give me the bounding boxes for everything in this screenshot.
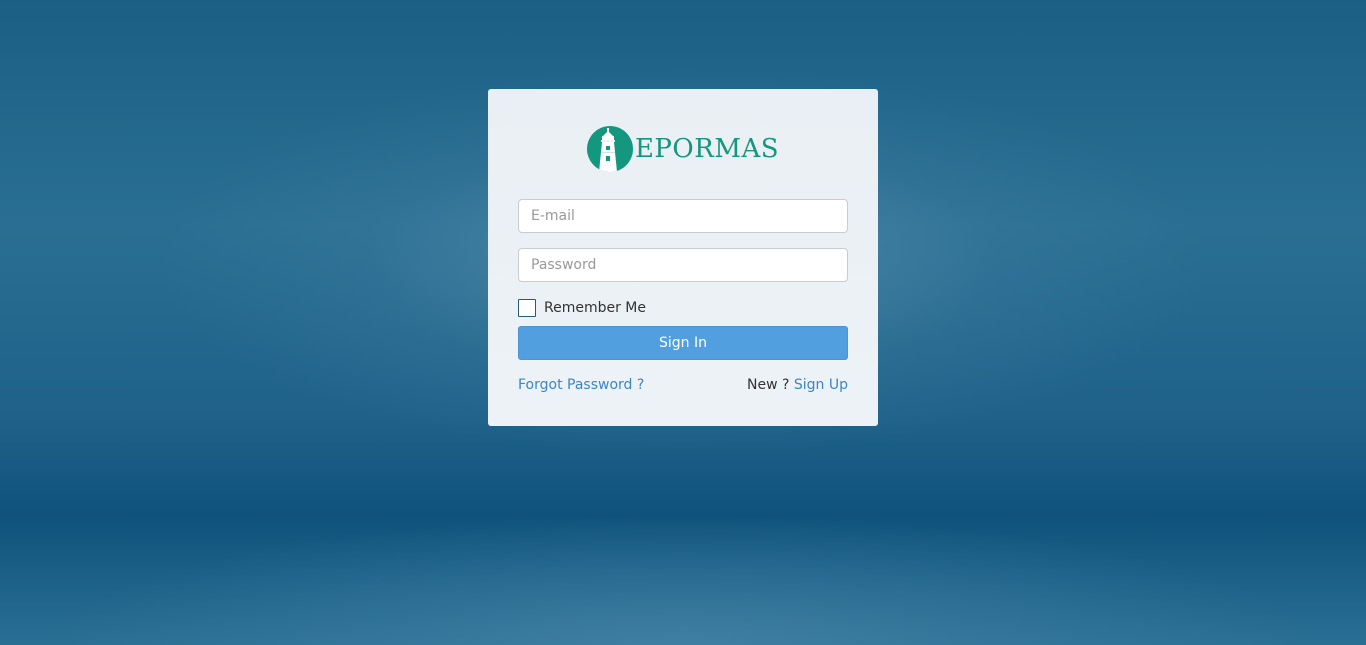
new-user-text: New ? (747, 377, 790, 393)
brand-name: EPORMAS (634, 134, 780, 164)
remember-me-label: Remember Me (544, 299, 646, 316)
lighthouse-icon (586, 126, 633, 172)
sign-in-button[interactable]: Sign In (518, 326, 848, 360)
brand-logo: EPORMAS (518, 125, 848, 173)
remember-me-checkbox[interactable] (518, 298, 536, 317)
sign-up-link[interactable]: Sign Up (794, 377, 848, 393)
password-field[interactable] (518, 248, 848, 282)
remember-me-row: Remember Me (518, 298, 848, 317)
forgot-password-link[interactable]: Forgot Password ? (518, 377, 644, 393)
signup-group: New ? Sign Up (747, 377, 848, 393)
auth-links-row: Forgot Password ? New ? Sign Up (518, 377, 848, 393)
login-card: EPORMAS Remember Me Sign In Forgot Passw… (488, 89, 878, 426)
email-field[interactable] (518, 199, 848, 233)
